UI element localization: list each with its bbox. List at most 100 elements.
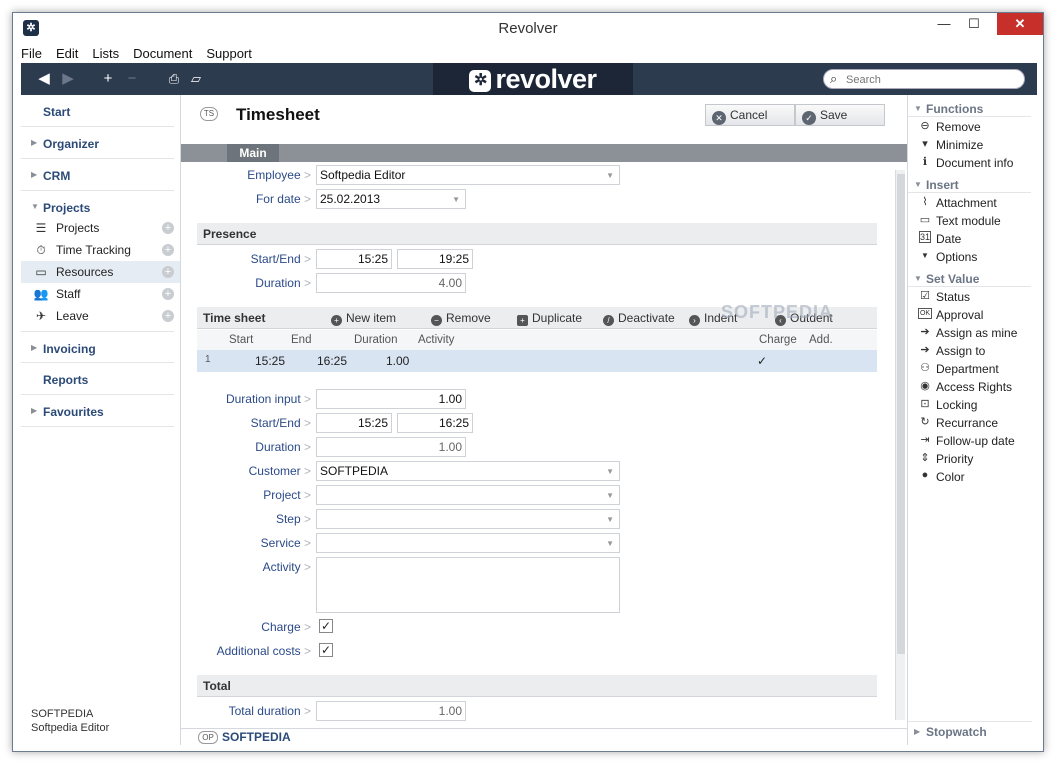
col-add[interactable]: Add. bbox=[809, 334, 833, 346]
search-icon: ⌕ bbox=[830, 71, 838, 86]
search-box[interactable]: ⌕ bbox=[823, 69, 1025, 89]
add-circle-icon[interactable]: + bbox=[162, 244, 174, 256]
nav-item-staff[interactable]: 👥 Staff + bbox=[21, 283, 180, 305]
eye-icon: ◉ bbox=[920, 380, 930, 392]
nav-item-time-tracking[interactable]: ⏱ Time Tracking + bbox=[21, 239, 180, 261]
nav-crm[interactable]: ▶ CRM bbox=[21, 159, 174, 191]
tab-bar: Main bbox=[181, 144, 907, 162]
panel-assign-to[interactable]: ➔ Assign to bbox=[908, 341, 1037, 359]
addcosts-checkbox[interactable]: ✓ bbox=[319, 643, 333, 657]
back-icon[interactable]: ◀ bbox=[35, 69, 53, 89]
nav-projects[interactable]: ▼ Projects bbox=[21, 191, 174, 217]
charge-checkbox[interactable]: ✓ bbox=[319, 619, 333, 633]
panel-status[interactable]: ☑ Status bbox=[908, 287, 1037, 305]
add-circle-icon[interactable]: + bbox=[162, 222, 174, 234]
nav-favourites[interactable]: ▶ Favourites bbox=[21, 395, 174, 427]
remove-icon[interactable]: − bbox=[123, 69, 141, 89]
add-icon[interactable]: + bbox=[99, 69, 117, 89]
menu-file[interactable]: File bbox=[13, 43, 48, 61]
action-label: Duplicate bbox=[532, 311, 583, 325]
nav-invoicing[interactable]: ▶ Invoicing bbox=[21, 331, 174, 363]
page-title: Timesheet bbox=[236, 105, 320, 124]
minimize-button[interactable]: — bbox=[929, 13, 959, 35]
add-circle-icon[interactable]: + bbox=[162, 310, 174, 322]
cancel-button[interactable]: ✕ Cancel bbox=[705, 104, 795, 126]
form-header: TS Timesheet ✕ Cancel ✓ Save bbox=[181, 95, 907, 131]
panel-remove[interactable]: ⊖ Remove bbox=[908, 117, 1037, 135]
panel-document-info[interactable]: ℹ Document info bbox=[908, 153, 1037, 171]
menu-edit[interactable]: Edit bbox=[48, 43, 84, 61]
customer-select[interactable]: SOFTPEDIA bbox=[316, 461, 620, 481]
stopwatch-header[interactable]: ▶ Stopwatch bbox=[908, 721, 1032, 739]
panel-date[interactable]: 31 Date bbox=[908, 229, 1037, 247]
duration-label: Duration bbox=[181, 440, 311, 454]
nav-item-leave[interactable]: ✈ Leave + bbox=[21, 305, 180, 327]
add-circle-icon[interactable]: + bbox=[162, 288, 174, 300]
nav-reports[interactable]: Reports bbox=[21, 363, 174, 395]
deactivate-button[interactable]: / Deactivate bbox=[603, 311, 675, 326]
date-select[interactable]: 25.02.2013 bbox=[316, 189, 466, 209]
panel-text-module[interactable]: ▭ Text module bbox=[908, 211, 1037, 229]
panel-minimize[interactable]: ▾ Minimize bbox=[908, 135, 1037, 153]
date-row: For date bbox=[181, 189, 311, 209]
panel-locking[interactable]: ⊡ Locking bbox=[908, 395, 1037, 413]
maximize-button[interactable]: ☐ bbox=[959, 13, 989, 35]
presence-start-input[interactable]: 15:25 bbox=[316, 249, 392, 269]
project-select[interactable] bbox=[316, 485, 620, 505]
vertical-scrollbar[interactable] bbox=[895, 170, 905, 720]
col-end[interactable]: End bbox=[291, 334, 311, 346]
insert-header[interactable]: ▼ Insert bbox=[908, 175, 1031, 193]
step-select[interactable] bbox=[316, 509, 620, 529]
panel-recurrance[interactable]: ↻ Recurrance bbox=[908, 413, 1037, 431]
col-duration[interactable]: Duration bbox=[354, 334, 397, 346]
panel-attachment[interactable]: ⌇ Attachment bbox=[908, 193, 1037, 211]
menu-support[interactable]: Support bbox=[198, 43, 258, 61]
forward-icon[interactable]: ▶ bbox=[59, 69, 77, 89]
col-start[interactable]: Start bbox=[229, 334, 253, 346]
lock-icon: ⊡ bbox=[920, 398, 930, 410]
menu-document[interactable]: Document bbox=[125, 43, 198, 61]
search-input[interactable] bbox=[846, 72, 1016, 87]
panel-options[interactable]: ▼ Options bbox=[908, 247, 1037, 265]
nav-reports-label: Reports bbox=[43, 373, 89, 387]
save-button[interactable]: ✓ Save bbox=[795, 104, 885, 126]
add-circle-icon[interactable]: + bbox=[162, 266, 174, 278]
presence-end-input[interactable]: 19:25 bbox=[397, 249, 473, 269]
duration-label: Duration bbox=[181, 276, 311, 290]
op-name[interactable]: SOFTPEDIA bbox=[222, 730, 291, 744]
panel-access-rights[interactable]: ◉ Access Rights bbox=[908, 377, 1037, 395]
item-start-input[interactable]: 15:25 bbox=[316, 413, 392, 433]
nav-start[interactable]: Start bbox=[21, 95, 174, 127]
duplicate-button[interactable]: + Duplicate bbox=[517, 311, 582, 326]
panel-color[interactable]: ● Color bbox=[908, 467, 1037, 485]
col-activity[interactable]: Activity bbox=[418, 334, 454, 346]
scrollbar-thumb[interactable] bbox=[897, 174, 905, 654]
close-button[interactable]: ✕ bbox=[997, 13, 1043, 35]
project-row: Project bbox=[181, 485, 311, 505]
col-charge[interactable]: Charge bbox=[759, 334, 797, 346]
item-end-input[interactable]: 16:25 bbox=[397, 413, 473, 433]
nav-organizer[interactable]: ▶ Organizer bbox=[21, 127, 174, 159]
step-row: Step bbox=[181, 509, 311, 529]
panel-department[interactable]: ⚇ Department bbox=[908, 359, 1037, 377]
tab-main[interactable]: Main bbox=[227, 144, 279, 162]
panel-item-label: Date bbox=[936, 232, 962, 246]
menu-lists[interactable]: Lists bbox=[84, 43, 125, 61]
activity-textarea[interactable] bbox=[316, 557, 620, 613]
table-row[interactable]: 1 15:25 16:25 1.00 ✓ bbox=[197, 350, 877, 372]
nav-item-resources[interactable]: ▭ Resources + bbox=[21, 261, 180, 283]
employee-select[interactable]: Softpedia Editor bbox=[316, 165, 620, 185]
set-value-header[interactable]: ▼ Set Value bbox=[908, 269, 1031, 287]
functions-header[interactable]: ▼ Functions bbox=[908, 99, 1031, 117]
new-item-button[interactable]: + New item bbox=[331, 311, 396, 326]
panel-priority[interactable]: ⇕ Priority bbox=[908, 449, 1037, 467]
remove-item-button[interactable]: − Remove bbox=[431, 311, 491, 326]
nav-item-projects[interactable]: ☰ Projects + bbox=[21, 217, 180, 239]
print-icon[interactable]: ⎙ bbox=[165, 69, 183, 89]
panel-follow-up-date[interactable]: ⇥ Follow-up date bbox=[908, 431, 1037, 449]
duration-input-field[interactable]: 1.00 bbox=[316, 389, 466, 409]
note-icon[interactable]: ▱ bbox=[187, 69, 205, 89]
service-select[interactable] bbox=[316, 533, 620, 553]
panel-assign-as-mine[interactable]: ➔ Assign as mine bbox=[908, 323, 1037, 341]
panel-approval[interactable]: OK Approval bbox=[908, 305, 1037, 323]
